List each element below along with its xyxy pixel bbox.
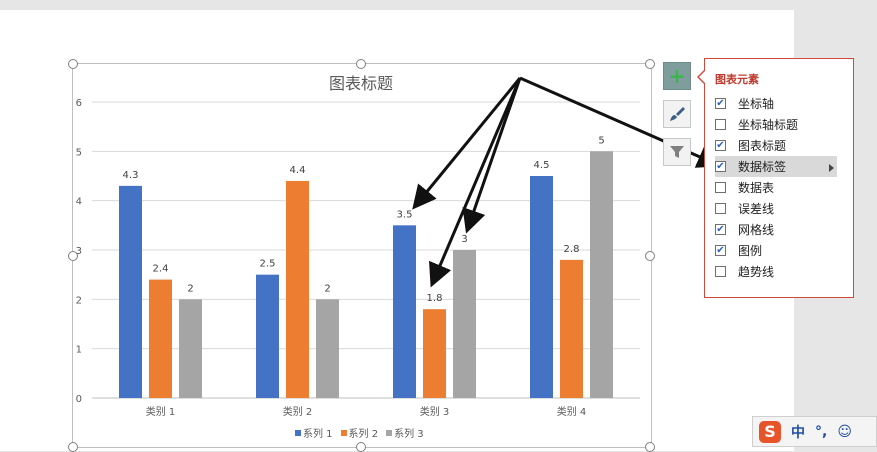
chart-element-option[interactable]: ✔ 网格线 [715,219,837,240]
popup-pointer-inner [699,71,705,83]
data-label[interactable]: 2.5 [260,259,276,270]
checkbox-icon[interactable] [715,266,726,277]
checkbox-checked-icon[interactable]: ✔ [715,98,726,109]
y-axis-ticks: 0 1 2 3 4 5 6 [76,98,82,405]
data-label[interactable]: 5 [598,135,604,146]
data-label[interactable]: 4.4 [290,165,306,176]
bar[interactable] [560,259,583,398]
legend-label: 系列 2 [348,429,379,440]
filter-icon [670,146,684,158]
annotation-arrow [429,77,522,288]
option-label: 图表标题 [738,139,787,153]
annotation-arrow [412,77,522,210]
panel-title: 图表元素 [715,73,759,86]
chart-elements-button[interactable]: + [663,62,691,90]
data-label[interactable]: 2.8 [564,244,580,255]
checkbox-icon[interactable] [715,119,726,130]
option-label: 网格线 [738,223,775,237]
option-label: 坐标轴 [738,97,775,111]
data-label[interactable]: 2 [324,283,330,294]
category-label: 类别 1 [146,405,176,418]
chart-element-option[interactable]: ✔ 数据标签 [715,156,837,177]
plus-icon: + [668,64,686,88]
legend-swatch [386,429,393,436]
data-label[interactable]: 4.3 [123,170,139,181]
chart-elements-panel: 图表元素 ✔ 坐标轴坐标轴标题 ✔ 图表标题 ✔ 数据标签数据表误差线 ✔ 网格线 ✔ 图例趋势线 [704,58,854,298]
data-label[interactable]: 4.5 [534,160,550,171]
legend-label: 系列 1 [303,429,333,440]
ime-emoji-button[interactable]: ☺ [837,424,852,440]
data-label[interactable]: 3 [461,234,467,245]
option-label: 趋势线 [738,265,775,279]
y-tick-label: 0 [76,394,82,405]
chart-element-option[interactable]: ✔ 图例 [715,240,837,261]
category-label: 类别 2 [283,405,313,418]
category-label: 类别 4 [557,405,587,418]
checkbox-checked-icon[interactable]: ✔ [715,224,726,235]
ime-toolbar: S 中 °, ☺ [752,416,877,447]
legend-label: 系列 3 [394,429,424,440]
option-label: 图例 [738,244,763,258]
chart-filters-button[interactable] [663,138,691,166]
data-label[interactable]: 2.4 [153,264,169,275]
bar[interactable] [286,180,309,398]
option-label: 数据标签 [738,160,787,174]
option-label: 数据表 [738,181,775,195]
checkbox-checked-icon[interactable]: ✔ [715,161,726,172]
option-label: 误差线 [738,202,775,216]
data-label[interactable]: 2 [187,283,193,294]
bar[interactable] [393,225,416,398]
chart-element-option[interactable]: ✔ 坐标轴 [715,93,837,114]
ime-language-toggle[interactable]: 中 [791,422,805,442]
y-tick-label: 1 [76,345,82,356]
legend-swatch [295,429,301,436]
legend-swatch [340,429,347,436]
chart-legend[interactable]: 系列 1 系列 2 系列 3 [295,425,424,440]
bar[interactable] [256,274,279,398]
chart-element-option[interactable]: 趋势线 [715,261,837,282]
y-tick-label: 2 [76,295,82,306]
chart-element-option[interactable]: 坐标轴标题 [715,114,837,135]
checkbox-icon[interactable] [715,182,726,193]
chart-element-option[interactable]: ✔ 图表标题 [715,135,837,156]
annotation-arrow [462,77,522,234]
checkbox-checked-icon[interactable]: ✔ [715,245,726,256]
bar[interactable] [423,309,446,398]
bar[interactable] [119,185,142,398]
brush-icon [670,107,685,121]
data-label[interactable]: 1.8 [427,293,443,304]
chart-styles-button[interactable] [663,100,691,128]
y-tick-label: 3 [76,246,82,257]
chart-element-option[interactable]: 数据表 [715,177,837,198]
bar[interactable] [179,299,202,398]
y-tick-label: 5 [76,147,82,158]
y-tick-label: 6 [76,98,82,109]
sogou-logo-icon[interactable]: S [759,420,781,443]
checkbox-checked-icon[interactable]: ✔ [715,140,726,151]
legend-item-series-1[interactable]: 系列 1 [295,425,333,440]
checkbox-icon[interactable] [715,203,726,214]
bar[interactable] [453,250,476,398]
chart-element-option[interactable]: 误差线 [715,198,837,219]
y-tick-label: 4 [76,197,82,208]
gridlines [92,101,640,399]
bar[interactable] [590,151,613,398]
x-axis-categories: 类别 1 类别 2 类别 3 类别 4 [146,405,587,418]
bar[interactable] [149,279,172,398]
legend-item-series-3[interactable]: 系列 3 [386,425,424,440]
submenu-arrow-icon[interactable] [829,164,834,172]
bar[interactable] [530,176,553,398]
ime-punctuation-toggle[interactable]: °, [815,424,827,440]
category-label: 类别 3 [420,405,450,418]
data-label[interactable]: 3.5 [397,209,413,220]
bars [119,151,613,398]
legend-item-series-2[interactable]: 系列 2 [340,425,379,440]
bar[interactable] [316,299,339,398]
option-label: 坐标轴标题 [738,118,799,132]
